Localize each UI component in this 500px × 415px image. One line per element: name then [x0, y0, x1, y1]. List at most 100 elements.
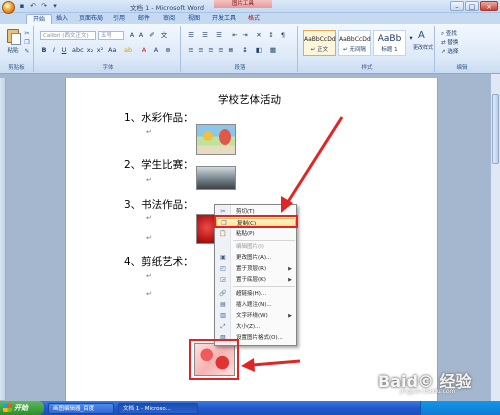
- tab-format[interactable]: 格式: [248, 14, 260, 24]
- close-button[interactable]: ×: [480, 1, 498, 11]
- menu-item-label: 粘贴(P): [236, 231, 255, 237]
- justify-icon[interactable]: ≡: [217, 46, 225, 54]
- style-no-spacing[interactable]: AaBbCcDd ↵ 无间隔: [338, 30, 371, 56]
- highlight-icon[interactable]: ab: [124, 46, 132, 54]
- chinese-layout-icon[interactable]: ✕: [255, 31, 263, 39]
- underline-button[interactable]: U: [60, 46, 68, 54]
- tab-view[interactable]: 视图: [188, 14, 200, 24]
- taskbar-item-paint[interactable]: 画图编辑器_百度: [48, 403, 114, 414]
- align-left-icon[interactable]: ≡: [187, 46, 195, 54]
- bold-button[interactable]: B: [40, 46, 48, 54]
- send-back-icon: ◲: [220, 276, 226, 283]
- grow-font-icon[interactable]: A: [128, 31, 136, 39]
- paragraph-mark: ↵: [146, 214, 152, 222]
- clear-format-icon[interactable]: ✐: [148, 31, 156, 39]
- clipboard-group-label: 剪贴板: [8, 65, 25, 71]
- style-heading-1-sample: AaBb: [377, 34, 402, 44]
- cut-icon[interactable]: ✂: [23, 30, 31, 37]
- menu-item-size[interactable]: ⤢ 大小(Z)...: [216, 322, 296, 332]
- shading-icon[interactable]: ◧: [255, 46, 263, 54]
- quick-access-toolbar: ▪ ↶ ↷ ▾: [18, 2, 59, 11]
- phonetic-icon[interactable]: 文: [160, 31, 168, 39]
- menu-item-bring-front[interactable]: ◰ 置于顶层(R) ▶: [216, 264, 296, 274]
- copy-icon[interactable]: ❐: [23, 39, 31, 46]
- menu-item-change-picture[interactable]: ▣ 更改图片(A)...: [216, 253, 296, 263]
- menu-item-wrap-text[interactable]: ▥ 文字环绕(W) ▶: [216, 311, 296, 321]
- customize-qat-icon[interactable]: ▾: [51, 2, 59, 10]
- increase-indent-icon[interactable]: ⇥: [241, 31, 249, 39]
- watercolor-image[interactable]: [196, 124, 236, 155]
- find-button[interactable]: ⌕ 查找: [441, 30, 457, 38]
- save-icon[interactable]: ▪: [18, 2, 26, 10]
- numbering-icon[interactable]: ☰: [201, 31, 209, 39]
- tab-review[interactable]: 审阅: [163, 14, 175, 24]
- office-button[interactable]: [2, 1, 15, 14]
- menu-separator: [233, 240, 295, 241]
- minimize-button[interactable]: –: [450, 1, 464, 11]
- competition-image[interactable]: [196, 166, 236, 190]
- scrollbar-thumb[interactable]: [492, 94, 499, 164]
- taskbar-item-word[interactable]: 文档 1 - Microso...: [118, 403, 198, 414]
- align-center-icon[interactable]: ≡: [197, 46, 205, 54]
- multilevel-list-icon[interactable]: ☰: [215, 31, 223, 39]
- bullets-icon[interactable]: ☰: [187, 31, 195, 39]
- change-styles-label: 更改样式: [412, 45, 433, 51]
- replace-button[interactable]: ⇄ 替换: [441, 39, 458, 47]
- styles-group-label: 样式: [361, 65, 373, 71]
- change-styles-button[interactable]: A 更改样式: [412, 30, 434, 56]
- menu-item-insert-caption[interactable]: ▤ 插入题注(N)...: [216, 300, 296, 310]
- undo-icon[interactable]: ↶: [29, 2, 37, 10]
- paste-icon: 📋: [219, 230, 227, 237]
- menu-item-hyperlink[interactable]: 🔗 超链接(H)...: [216, 289, 296, 299]
- italic-button[interactable]: I: [50, 46, 58, 54]
- change-picture-icon: ▣: [220, 254, 226, 261]
- subscript-icon[interactable]: x₂: [86, 46, 94, 54]
- paste-button[interactable]: 粘贴: [4, 29, 22, 59]
- tab-page-layout[interactable]: 页面布局: [79, 14, 103, 24]
- line-spacing-icon[interactable]: ↨: [241, 46, 249, 54]
- window-controls: – □ ×: [450, 1, 498, 11]
- tab-home[interactable]: 开始: [26, 14, 53, 24]
- superscript-icon[interactable]: x²: [96, 46, 104, 54]
- menu-separator: [233, 286, 295, 287]
- start-button[interactable]: 开始: [0, 401, 44, 415]
- font-size-box[interactable]: 五号: [98, 31, 124, 40]
- menu-item-label: 置于底层(K): [236, 277, 266, 283]
- submenu-arrow-icon: ▶: [288, 266, 292, 272]
- window-title: 文档 1 - Microsoft Word: [130, 4, 205, 12]
- item-watercolor: 1、水彩作品：: [124, 112, 194, 124]
- show-marks-icon[interactable]: ¶: [279, 31, 287, 39]
- tab-insert[interactable]: 插入: [56, 14, 68, 24]
- submenu-arrow-icon: ▶: [288, 277, 292, 283]
- format-painter-icon[interactable]: ✎: [23, 48, 31, 55]
- font-color-icon[interactable]: A: [140, 46, 148, 54]
- redo-icon[interactable]: ↷: [40, 2, 48, 10]
- char-shading-icon[interactable]: A: [152, 46, 160, 54]
- tab-developer[interactable]: 开发工具: [212, 14, 236, 24]
- clipboard-icon: [7, 29, 21, 45]
- change-case-icon[interactable]: Aa: [108, 46, 116, 54]
- shrink-font-icon[interactable]: A: [137, 31, 145, 39]
- borders-icon[interactable]: ▦: [269, 46, 277, 54]
- decrease-indent-icon[interactable]: ⇤: [231, 31, 239, 39]
- font-name-box[interactable]: Calibri (西文正文): [40, 31, 96, 40]
- tab-references[interactable]: 引用: [113, 14, 125, 24]
- align-right-icon[interactable]: ≡: [207, 46, 215, 54]
- change-styles-icon: A: [418, 30, 425, 41]
- style-heading-1[interactable]: AaBb 标题 1: [373, 30, 406, 56]
- distributed-icon[interactable]: ≣: [227, 46, 235, 54]
- sort-icon[interactable]: ↕: [267, 31, 275, 39]
- style-normal[interactable]: AaBbCcDd ↵ 正文: [303, 30, 336, 56]
- tab-mailings[interactable]: 邮件: [138, 14, 150, 24]
- vertical-scrollbar[interactable]: [490, 74, 500, 401]
- maximize-button[interactable]: □: [465, 1, 479, 11]
- menu-item-send-back[interactable]: ◲ 置于底层(K) ▶: [216, 275, 296, 285]
- caption-icon: ▤: [220, 301, 226, 308]
- select-button[interactable]: ➚ 选择: [441, 48, 458, 56]
- menu-item-paste[interactable]: 📋 粘贴(P): [216, 229, 296, 239]
- paragraph-mark: ↵: [146, 234, 152, 242]
- menu-item-label: 编辑图片(I): [236, 244, 264, 250]
- char-border-icon[interactable]: ⊕: [164, 46, 172, 54]
- item-calligraphy: 3、书法作品：: [124, 199, 194, 211]
- strikethrough-icon[interactable]: abc: [72, 46, 84, 54]
